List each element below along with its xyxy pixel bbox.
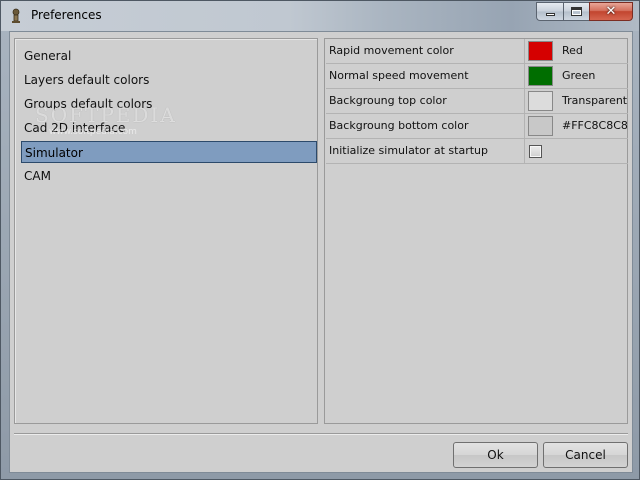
title-bar[interactable]: Preferences ✕: [1, 1, 639, 31]
property-value-color[interactable]: #FFC8C8C8: [526, 114, 628, 138]
property-grid: Rapid movement color Red Normal speed mo…: [324, 38, 628, 424]
minimize-button[interactable]: [536, 2, 563, 21]
category-item-cam[interactable]: CAM: [21, 165, 317, 187]
app-icon: [12, 8, 20, 23]
color-value-text: Transparent: [562, 94, 628, 107]
cancel-button[interactable]: Cancel: [543, 442, 628, 468]
category-list: General Layers default colors Groups def…: [14, 38, 318, 424]
color-value-text: Red: [562, 44, 583, 57]
property-name: Normal speed movement: [326, 64, 525, 88]
window-title: Preferences: [31, 8, 102, 22]
category-label: CAM: [24, 169, 51, 183]
property-value-color[interactable]: Red: [526, 39, 628, 63]
category-label: Layers default colors: [24, 73, 150, 87]
color-swatch[interactable]: [528, 66, 553, 86]
property-row-initialize-simulator: Initialize simulator at startup: [326, 139, 628, 164]
category-item-cad-2d-interface[interactable]: Cad 2D interface: [21, 117, 317, 139]
maximize-icon: [571, 7, 582, 16]
property-value-color[interactable]: Transparent: [526, 89, 628, 113]
initialize-simulator-checkbox[interactable]: [529, 145, 542, 158]
category-label: Simulator: [25, 146, 83, 160]
property-row-background-bottom-color: Backgroung bottom color #FFC8C8C8: [326, 114, 628, 139]
property-name: Backgroung bottom color: [326, 114, 525, 138]
property-row-background-top-color: Backgroung top color Transparent: [326, 89, 628, 114]
color-value-text: #FFC8C8C8: [562, 119, 628, 132]
category-item-layers-default-colors[interactable]: Layers default colors: [21, 69, 317, 91]
color-swatch[interactable]: [528, 41, 553, 61]
color-swatch[interactable]: [528, 116, 553, 136]
minimize-icon: [545, 13, 555, 16]
property-row-rapid-movement-color: Rapid movement color Red: [326, 39, 628, 64]
property-name: Backgroung top color: [326, 89, 525, 113]
close-button[interactable]: ✕: [589, 2, 633, 21]
category-label: General: [24, 49, 72, 63]
ok-button[interactable]: Ok: [453, 442, 538, 468]
property-name: Rapid movement color: [326, 39, 525, 63]
property-row-normal-speed-movement: Normal speed movement Green: [326, 64, 628, 89]
footer-divider: [14, 433, 628, 435]
category-label: Cad 2D interface: [24, 121, 126, 135]
category-label: Groups default colors: [24, 97, 153, 111]
preferences-window: Preferences ✕ General Layers default col…: [0, 0, 640, 480]
category-item-general[interactable]: General: [21, 45, 317, 67]
property-value-color[interactable]: Green: [526, 64, 628, 88]
dialog-body: General Layers default colors Groups def…: [9, 31, 633, 473]
maximize-button[interactable]: [563, 2, 589, 21]
color-swatch[interactable]: [528, 91, 553, 111]
property-value-checkbox: [526, 139, 628, 163]
color-value-text: Green: [562, 69, 596, 82]
close-icon: ✕: [605, 4, 617, 19]
category-item-simulator[interactable]: Simulator: [21, 141, 317, 163]
category-item-groups-default-colors[interactable]: Groups default colors: [21, 93, 317, 115]
property-name: Initialize simulator at startup: [326, 139, 525, 163]
window-controls: ✕: [536, 2, 633, 21]
